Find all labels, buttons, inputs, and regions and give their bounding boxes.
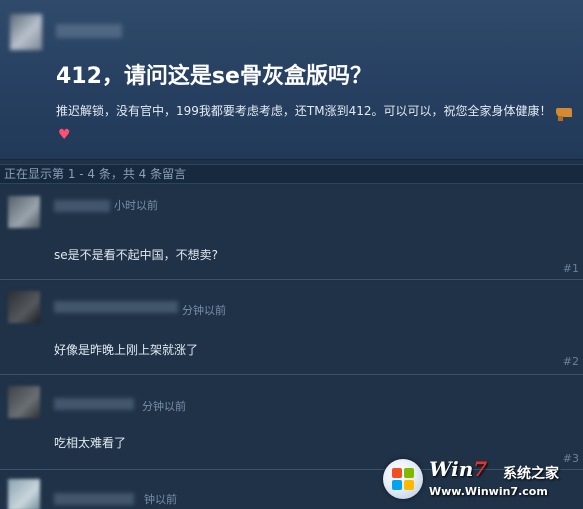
comment-index[interactable]: #1 <box>563 262 579 275</box>
comment-avatar[interactable] <box>8 196 40 228</box>
post-author-name[interactable] <box>56 24 122 38</box>
comment-item: 分钟以前 好像是昨晚上刚上架就涨了 #2 <box>0 281 583 375</box>
comment-avatar[interactable] <box>8 386 40 418</box>
site-watermark: Win7 系统之家 Www.Winwin7.com <box>383 455 579 503</box>
watermark-cn-text: 系统之家 <box>503 466 559 482</box>
comment-author[interactable] <box>54 301 178 313</box>
comment-avatar[interactable] <box>8 479 40 509</box>
comment-author[interactable] <box>54 398 134 410</box>
post-author-avatar[interactable] <box>10 14 42 50</box>
comment-count-bar: 正在显示第 1 - 4 条，共 4 条留言 <box>0 164 583 184</box>
comment-text: 好像是昨晚上刚上架就涨了 <box>54 343 199 357</box>
comment-text: se是不是看不起中国，不想卖? <box>54 248 219 262</box>
comment-time: 分钟以前 <box>182 304 226 317</box>
comment-author[interactable] <box>54 493 134 505</box>
comment-item: 小时以前 se是不是看不起中国，不想卖? #1 <box>0 188 583 280</box>
comment-author[interactable] <box>54 200 110 212</box>
windows-logo-icon <box>383 459 423 499</box>
comment-time: 钟以前 <box>144 493 177 506</box>
watermark-url: Www.Winwin7.com <box>429 485 548 498</box>
comment-text: 吃相太难看了 <box>54 436 127 450</box>
watermark-brand: Win7 <box>429 457 488 481</box>
post-body: 推迟解锁，没有官中，199我都要考虑考虑，还TM涨到412。可以可以，祝您全家身… <box>56 100 576 146</box>
post-title: 412，请问这是se骨灰盒版吗？ <box>56 64 372 89</box>
heart-icon: ♥ <box>58 127 71 143</box>
post-body-text: 推迟解锁，没有官中，199我都要考虑考虑，还TM涨到412。可以可以，祝您全家身… <box>56 104 552 118</box>
comment-index[interactable]: #2 <box>563 355 579 368</box>
comment-time: 小时以前 <box>114 199 158 212</box>
post-header: 412，请问这是se骨灰盒版吗？ 推迟解锁，没有官中，199我都要考虑考虑，还T… <box>0 0 583 160</box>
comment-time: 分钟以前 <box>142 400 186 413</box>
gun-icon <box>555 108 572 121</box>
comment-avatar[interactable] <box>8 291 40 323</box>
